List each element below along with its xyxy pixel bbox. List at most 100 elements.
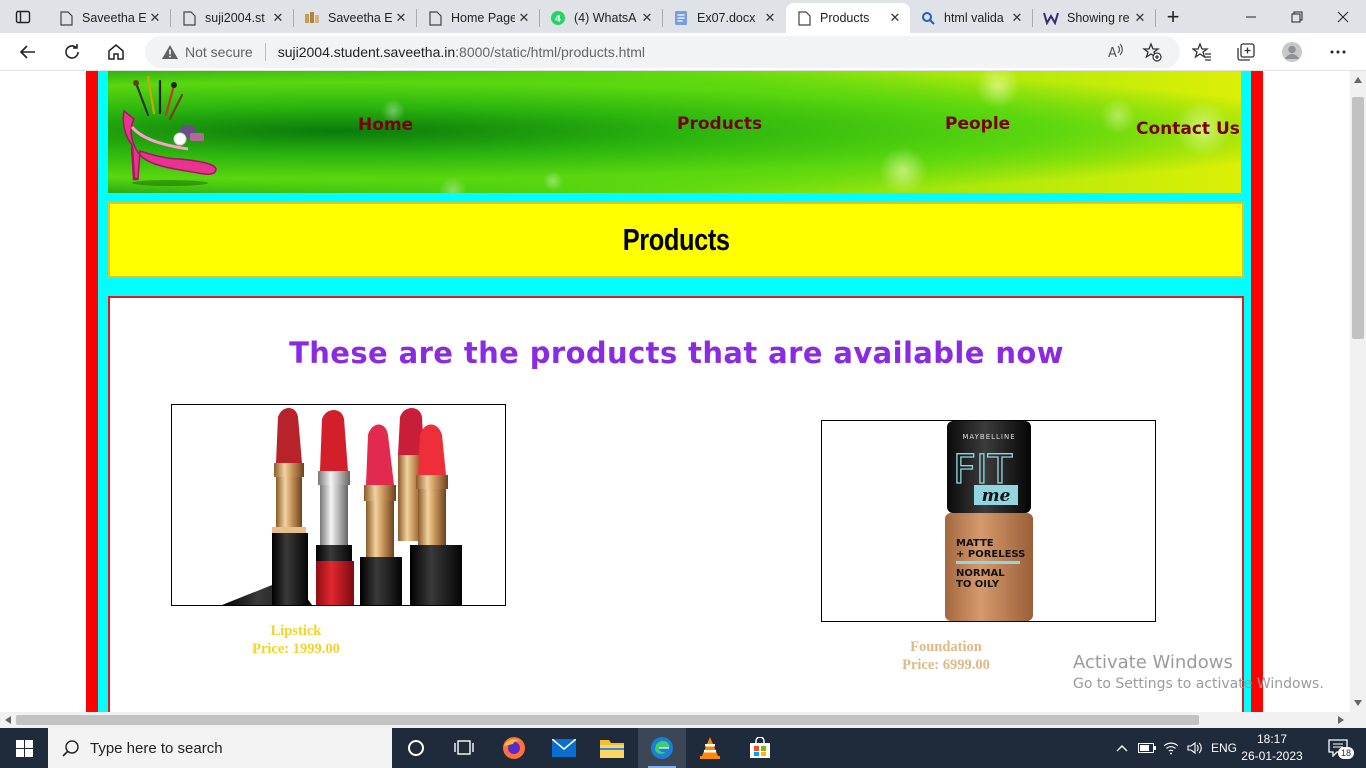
add-favorite-button[interactable]	[1137, 37, 1167, 67]
page-title-banner: Products	[108, 202, 1244, 278]
folder-icon	[600, 740, 624, 758]
collections-button[interactable]	[1231, 37, 1261, 67]
page-icon	[427, 10, 443, 26]
nav-people-link[interactable]: People	[945, 114, 1010, 134]
close-icon[interactable]: ✕	[1008, 10, 1026, 26]
volume-status[interactable]	[1184, 728, 1206, 768]
tab-whatsapp[interactable]: 4 (4) WhatsA ✕	[540, 3, 662, 33]
site-header: Home Products People Contact Us	[108, 71, 1241, 193]
scroll-up-icon[interactable]	[1354, 77, 1362, 83]
scroll-right-icon[interactable]	[1338, 716, 1344, 724]
browser-toolbar: Not secure suji2004.student.saveetha.in:…	[0, 33, 1366, 71]
tab-actions-icon	[15, 10, 31, 23]
mail-taskbar-button[interactable]	[540, 728, 588, 768]
whatsapp-icon: 4	[550, 10, 566, 26]
notifications-button[interactable]: 18	[1318, 728, 1358, 768]
system-clock[interactable]: 18:17 26-01-2023	[1240, 731, 1304, 765]
firefox-icon	[503, 737, 525, 759]
horizontal-scrollbar[interactable]	[0, 712, 1350, 728]
horizontal-scroll-thumb[interactable]	[16, 715, 1199, 725]
svg-text:NORMAL: NORMAL	[956, 568, 1005, 579]
tab-ex07-docx[interactable]: Ex07.docx ✕	[663, 3, 785, 33]
tab-title: Showing re	[1067, 11, 1130, 25]
task-view-button[interactable]	[440, 728, 488, 768]
svg-text:MATTE: MATTE	[956, 538, 994, 549]
tab-html-validator[interactable]: html valida ✕	[910, 3, 1032, 33]
products-section: These are the products that are availabl…	[108, 296, 1244, 712]
profile-button[interactable]	[1277, 37, 1307, 67]
warning-icon[interactable]	[161, 44, 179, 60]
window-close-button[interactable]	[1320, 0, 1366, 33]
search-icon	[920, 10, 936, 26]
battery-icon	[1138, 743, 1156, 753]
show-hidden-icons-button[interactable]	[1112, 728, 1132, 768]
store-taskbar-button[interactable]	[736, 728, 784, 768]
svg-text:MAYBELLINE: MAYBELLINE	[962, 433, 1015, 441]
lipstick-caption: Lipstick Price: 1999.00	[206, 622, 386, 658]
favorites-button[interactable]	[1187, 37, 1217, 67]
file-explorer-taskbar-button[interactable]	[588, 728, 636, 768]
close-icon[interactable]: ✕	[886, 10, 904, 26]
home-button[interactable]	[101, 37, 131, 67]
restore-button[interactable]	[1274, 0, 1320, 33]
page-icon	[796, 10, 812, 26]
products-intro-heading: These are the products that are availabl…	[289, 336, 1064, 370]
tab-home-page[interactable]: Home Page ✕	[417, 3, 539, 33]
close-icon[interactable]: ✕	[269, 10, 287, 26]
tab-actions-button[interactable]	[0, 0, 46, 33]
notification-count-badge: 18	[1338, 747, 1355, 759]
new-tab-button[interactable]: +	[1150, 0, 1196, 33]
close-icon[interactable]: ✕	[146, 10, 164, 26]
network-status[interactable]	[1160, 728, 1182, 768]
vlc-taskbar-button[interactable]	[686, 728, 734, 768]
start-button[interactable]	[0, 728, 48, 768]
search-icon	[62, 739, 80, 757]
nav-products-link[interactable]: Products	[677, 114, 762, 134]
tab-suji2004[interactable]: suji2004.st ✕	[171, 3, 293, 33]
close-icon[interactable]: ✕	[515, 10, 533, 26]
address-bar[interactable]: Not secure suji2004.student.saveetha.in:…	[145, 36, 1180, 68]
page-title: Products	[622, 222, 730, 257]
firefox-taskbar-button[interactable]	[490, 728, 538, 768]
tab-products[interactable]: Products ✕	[786, 3, 910, 33]
tab-saveetha-2[interactable]: Saveetha E ✕	[294, 3, 416, 33]
minimize-button[interactable]	[1228, 0, 1274, 33]
close-icon[interactable]: ✕	[392, 10, 410, 26]
tab-saveetha-1[interactable]: Saveetha E ✕	[48, 3, 170, 33]
speaker-icon	[1187, 741, 1202, 755]
close-icon[interactable]: ✕	[761, 10, 779, 26]
store-icon	[750, 737, 770, 758]
edge-taskbar-button[interactable]	[638, 728, 686, 768]
close-icon	[1337, 11, 1349, 22]
read-aloud-button[interactable]: A	[1100, 37, 1130, 67]
vertical-scrollbar[interactable]	[1350, 71, 1366, 712]
wifi-icon	[1163, 742, 1179, 755]
browser-tab-strip: Saveetha E ✕ suji2004.st ✕ Saveetha E ✕ …	[0, 0, 1366, 33]
scroll-down-icon[interactable]	[1354, 700, 1362, 706]
page-icon	[181, 10, 197, 26]
security-status[interactable]: Not secure	[185, 44, 253, 60]
tab-title: Home Page	[451, 11, 515, 25]
nav-home-link[interactable]: Home	[358, 115, 413, 135]
url-text[interactable]: suji2004.student.saveetha.in:8000/static…	[278, 44, 645, 60]
settings-menu-button[interactable]	[1323, 37, 1353, 67]
foundation-image: MAYBELLINE FIT me MATTE + PORELESS NORMA…	[821, 420, 1156, 622]
refresh-button[interactable]	[57, 37, 87, 67]
back-button[interactable]	[13, 37, 43, 67]
close-icon[interactable]: ✕	[1131, 10, 1149, 26]
cortana-button[interactable]	[392, 728, 440, 768]
close-icon[interactable]: ✕	[638, 10, 656, 26]
nav-contact-link[interactable]: Contact Us	[1136, 119, 1240, 139]
site-container: Home Products People Contact Us Products…	[98, 71, 1251, 712]
scrollbar-corner	[1350, 712, 1366, 728]
tab-showing-results[interactable]: Showing re ✕	[1033, 3, 1155, 33]
svg-text:A: A	[1108, 46, 1117, 61]
input-language-indicator[interactable]: ENG	[1208, 728, 1240, 768]
battery-status[interactable]	[1136, 728, 1158, 768]
lipstick-image	[171, 404, 506, 606]
edge-icon	[651, 737, 673, 759]
vertical-scroll-thumb[interactable]	[1352, 97, 1364, 339]
saveetha-icon	[304, 10, 320, 26]
taskbar-search-box[interactable]: Type here to search	[48, 728, 392, 768]
scroll-left-icon[interactable]	[5, 716, 11, 724]
